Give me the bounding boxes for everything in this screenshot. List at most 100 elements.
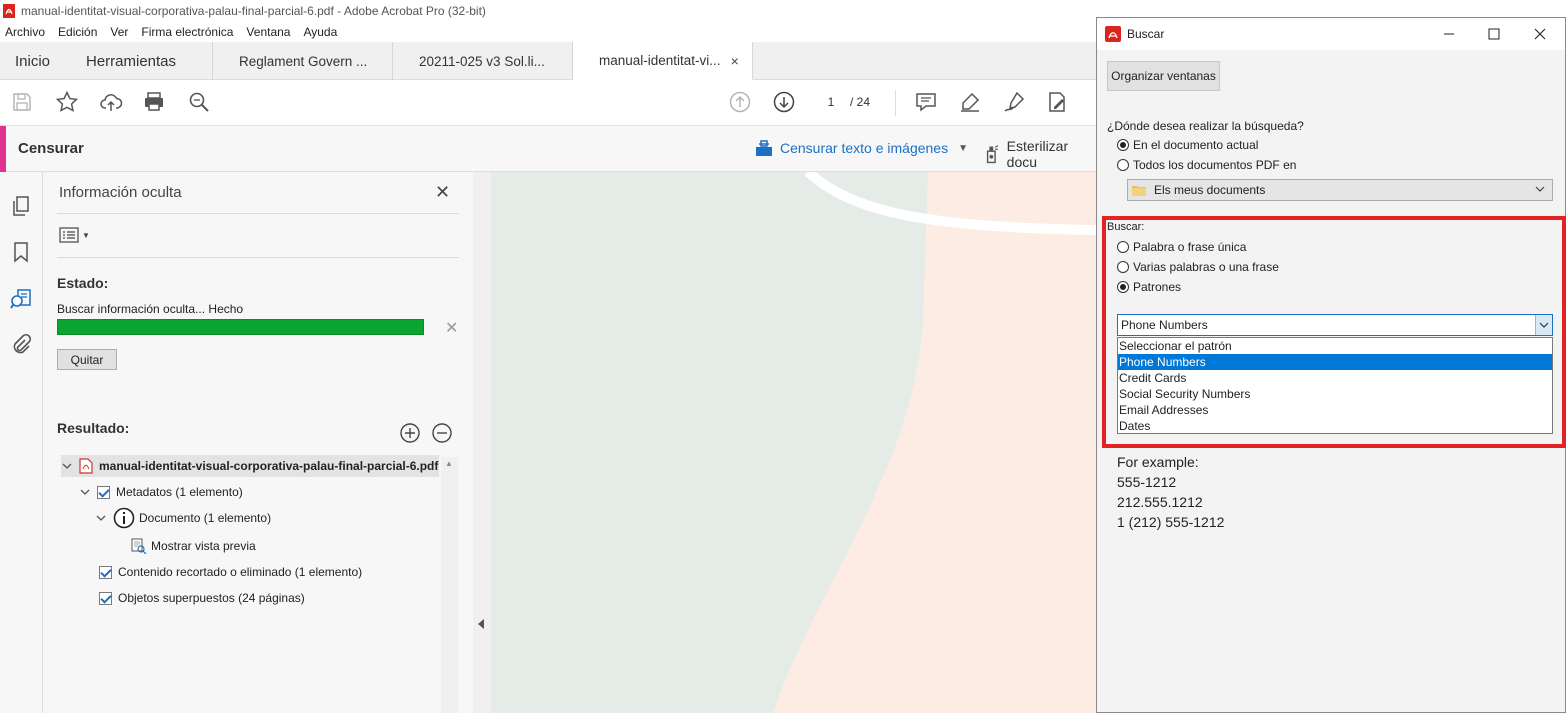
- save-icon[interactable]: [9, 89, 35, 115]
- chevron-down-icon: ▼: [82, 230, 90, 240]
- previous-page-icon[interactable]: [727, 89, 753, 115]
- minimize-icon[interactable]: [1441, 26, 1457, 42]
- radio-label: En el documento actual: [1133, 138, 1259, 152]
- example-line: 555-1212: [1117, 474, 1177, 490]
- tree-item-file[interactable]: manual-identitat-visual-corporativa-pala…: [61, 455, 439, 477]
- page-total: / 24: [850, 95, 871, 109]
- menu-ver[interactable]: Ver: [110, 25, 128, 39]
- pattern-selected-value: Phone Numbers: [1121, 318, 1208, 332]
- pattern-option[interactable]: Seleccionar el patrón: [1118, 338, 1552, 354]
- tree-scrollbar[interactable]: ▲: [441, 457, 458, 713]
- radio-indicator[interactable]: [1117, 261, 1129, 273]
- menu-archivo[interactable]: Archivo: [5, 25, 45, 39]
- doc-tab-2[interactable]: 20211-025 v3 Sol.li...: [393, 42, 573, 80]
- upload-cloud-icon[interactable]: [98, 89, 124, 115]
- hidden-info-icon[interactable]: [9, 287, 33, 311]
- tree-item-document[interactable]: Documento (1 elemento): [95, 507, 271, 529]
- search-location-label: ¿Dónde desea realizar la búsqueda?: [1107, 119, 1304, 133]
- tree-item-preview[interactable]: Mostrar vista previa: [131, 535, 256, 557]
- radio-label: Palabra o frase única: [1133, 240, 1247, 254]
- metadata-checkbox[interactable]: [97, 485, 110, 499]
- radio-all-pdfs[interactable]: Todos los documentos PDF en: [1117, 158, 1296, 172]
- radio-indicator[interactable]: [1117, 139, 1129, 151]
- close-icon[interactable]: ✕: [435, 182, 450, 203]
- list-options-icon: [59, 227, 79, 243]
- chevron-down-icon[interactable]: [95, 512, 107, 524]
- sterilize-document-button[interactable]: Esterilizar docu: [982, 138, 1096, 170]
- chevron-down-icon[interactable]: [1535, 315, 1552, 335]
- doc-tab-3[interactable]: manual-identitat-vi... ×: [573, 42, 753, 80]
- arrange-windows-button[interactable]: Organizar ventanas: [1107, 61, 1220, 91]
- acrobat-logo-icon: [1105, 26, 1121, 42]
- tab-home[interactable]: Inicio: [0, 42, 70, 80]
- radio-multiple-words[interactable]: Varias palabras o una frase: [1117, 260, 1279, 274]
- highlight-pen-icon[interactable]: [957, 89, 983, 115]
- panel-divider: [57, 257, 459, 258]
- document-view[interactable]: [473, 172, 1096, 713]
- collapse-panel-icon[interactable]: [478, 619, 484, 629]
- example-title: For example:: [1117, 454, 1199, 470]
- tree-item-overlapping[interactable]: Objetos superpuestos (24 páginas): [99, 587, 305, 609]
- panel-collapse-strip[interactable]: [473, 172, 491, 713]
- scroll-up-icon[interactable]: ▲: [445, 459, 453, 468]
- tree-item-metadata[interactable]: Metadatos (1 elemento): [79, 481, 243, 503]
- zoom-search-icon[interactable]: [186, 89, 212, 115]
- search-progress-bar: [57, 319, 424, 335]
- print-icon[interactable]: [141, 89, 167, 115]
- menu-ayuda[interactable]: Ayuda: [303, 25, 337, 39]
- menu-edicion[interactable]: Edición: [58, 25, 97, 39]
- radio-indicator[interactable]: [1117, 281, 1129, 293]
- comment-icon[interactable]: [913, 89, 939, 115]
- radio-single-word[interactable]: Palabra o frase única: [1117, 240, 1246, 254]
- attachment-icon[interactable]: [9, 333, 33, 357]
- expand-all-icon[interactable]: [399, 422, 421, 444]
- star-icon[interactable]: [54, 89, 80, 115]
- page-thumbnails-icon[interactable]: [9, 194, 33, 218]
- left-navigation-rail: [0, 172, 43, 713]
- radio-label: Patrones: [1133, 280, 1182, 294]
- menu-ventana[interactable]: Ventana: [246, 25, 290, 39]
- sterilize-icon: [986, 145, 999, 164]
- overlapping-checkbox[interactable]: [99, 591, 112, 605]
- tree-file-name: manual-identitat-visual-corporativa-pala…: [99, 459, 439, 473]
- radio-indicator[interactable]: [1117, 241, 1129, 253]
- pattern-option[interactable]: Social Security Numbers: [1118, 386, 1552, 402]
- panel-options-button[interactable]: ▼: [59, 227, 90, 243]
- cancel-search-icon[interactable]: ✕: [445, 318, 458, 338]
- window-title: manual-identitat-visual-corporativa-pala…: [21, 4, 486, 18]
- redact-text-images-button[interactable]: Censurar texto e imágenes ▼: [754, 138, 968, 158]
- pattern-option[interactable]: Email Addresses: [1118, 402, 1552, 418]
- status-text: Buscar información oculta... Hecho: [57, 302, 244, 316]
- close-icon[interactable]: [1532, 26, 1548, 42]
- radio-current-document[interactable]: En el documento actual: [1117, 138, 1258, 152]
- tree-label: Mostrar vista previa: [151, 539, 256, 553]
- tree-label: Contenido recortado o eliminado (1 eleme…: [118, 565, 363, 579]
- redact-toolbar-title: Censurar: [18, 140, 84, 157]
- pattern-dropdown[interactable]: Phone Numbers: [1117, 314, 1553, 336]
- location-dropdown[interactable]: Els meus documents: [1127, 179, 1553, 201]
- radio-patterns[interactable]: Patrones: [1117, 280, 1181, 294]
- menu-firma-electronica[interactable]: Firma electrónica: [141, 25, 233, 39]
- pattern-option[interactable]: Credit Cards: [1118, 370, 1552, 386]
- next-page-icon[interactable]: [771, 89, 797, 115]
- chevron-down-icon[interactable]: [79, 486, 91, 498]
- chevron-down-icon[interactable]: ▼: [958, 143, 968, 154]
- close-tab-icon[interactable]: ×: [731, 53, 739, 69]
- chevron-down-icon[interactable]: [61, 460, 73, 472]
- chevron-down-icon[interactable]: [1534, 183, 1546, 195]
- tab-tools[interactable]: Herramientas: [70, 42, 213, 80]
- sign-icon[interactable]: [1001, 89, 1027, 115]
- doc-tab-1[interactable]: Reglament Govern ...: [213, 42, 393, 80]
- pattern-option-selected[interactable]: Phone Numbers: [1118, 354, 1552, 370]
- page-number-input[interactable]: 1: [818, 91, 844, 113]
- bookmark-icon[interactable]: [9, 240, 33, 264]
- maximize-icon[interactable]: [1486, 26, 1502, 42]
- pattern-option[interactable]: Dates: [1118, 418, 1552, 434]
- radio-indicator[interactable]: [1117, 159, 1129, 171]
- tree-item-cropped[interactable]: Contenido recortado o eliminado (1 eleme…: [99, 561, 362, 583]
- remove-button[interactable]: Quitar: [57, 349, 117, 370]
- edit-pdf-icon[interactable]: [1044, 89, 1070, 115]
- collapse-all-icon[interactable]: [431, 422, 453, 444]
- cropped-checkbox[interactable]: [99, 565, 112, 579]
- search-dialog: Buscar Organizar ventanas ¿Dónde desea r…: [1096, 17, 1566, 713]
